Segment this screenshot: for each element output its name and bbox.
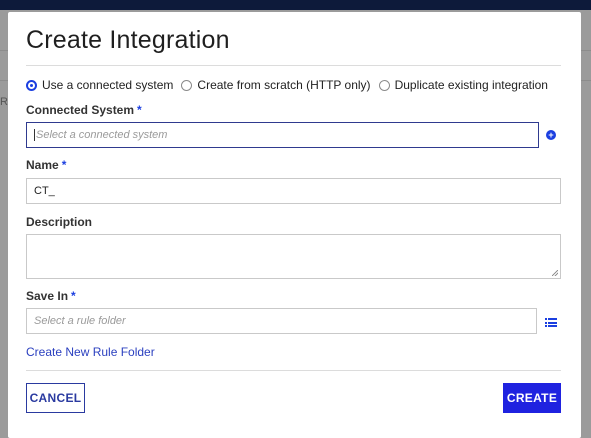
required-asterisk: *: [137, 103, 142, 117]
radio-unchecked-icon[interactable]: [181, 79, 193, 91]
required-asterisk: *: [61, 158, 67, 172]
radio-label: Use a connected system: [42, 78, 174, 92]
cancel-button[interactable]: CANCEL: [26, 383, 85, 413]
plus-circle-icon[interactable]: +: [546, 130, 556, 140]
name-label-text: Name: [26, 158, 59, 172]
text-caret: [34, 129, 35, 141]
source-radio-group: Use a connected system Create from scrat…: [26, 77, 556, 93]
required-asterisk: *: [71, 289, 76, 303]
radio-checked-icon[interactable]: [26, 79, 37, 91]
radio-unchecked-icon[interactable]: [378, 79, 390, 91]
radio-duplicate-existing[interactable]: Duplicate existing integration: [378, 78, 548, 92]
connected-system-picker[interactable]: Select a connected system: [26, 122, 539, 148]
create-integration-dialog: Create Integration Use a connected syste…: [8, 12, 581, 438]
radio-label: Create from scratch (HTTP only): [197, 78, 371, 92]
save-in-label-text: Save In: [26, 289, 69, 303]
radio-use-connected-system[interactable]: Use a connected system: [26, 78, 173, 92]
connected-system-placeholder: Select a connected system: [36, 129, 168, 141]
app-top-bar: [0, 0, 591, 10]
description-textarea[interactable]: [26, 234, 561, 279]
description-label: Description: [26, 215, 93, 229]
name-label: Name *: [26, 158, 66, 172]
name-input[interactable]: CT_: [26, 178, 561, 204]
connected-system-label-text: Connected System: [26, 103, 135, 117]
connected-system-label: Connected System *: [26, 103, 142, 117]
create-button[interactable]: CREATE: [503, 383, 561, 413]
resize-handle-icon[interactable]: [552, 270, 558, 276]
footer-divider: [26, 370, 561, 371]
rule-folder-picker[interactable]: Select a rule folder: [26, 308, 537, 334]
background-row-label: R: [0, 96, 8, 108]
radio-label: Duplicate existing integration: [394, 78, 548, 92]
title-divider: [26, 65, 561, 66]
save-in-label: Save In *: [26, 289, 76, 303]
radio-create-from-scratch[interactable]: Create from scratch (HTTP only): [181, 78, 371, 92]
name-value: CT_: [34, 185, 55, 197]
create-rule-folder-link[interactable]: Create New Rule Folder: [26, 345, 155, 359]
rule-folder-placeholder: Select a rule folder: [34, 315, 126, 327]
list-icon[interactable]: [545, 318, 557, 327]
dialog-title: Create Integration: [26, 26, 230, 54]
